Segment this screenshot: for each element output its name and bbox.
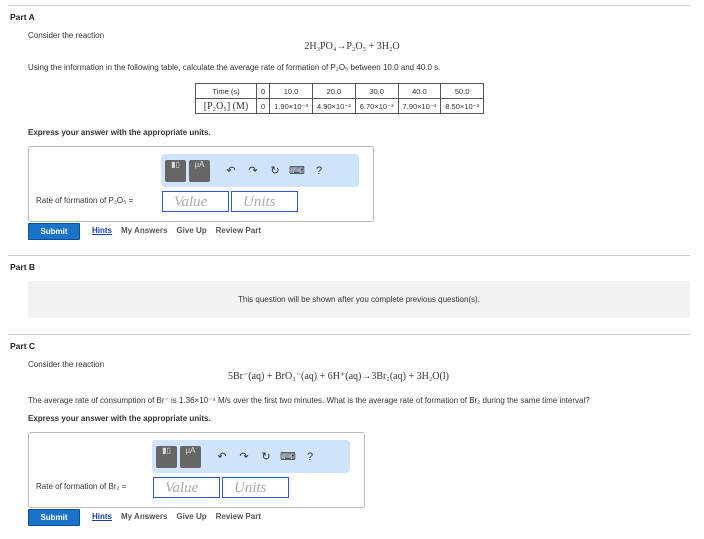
my-answers-link[interactable]: My Answers xyxy=(121,226,167,235)
table-cell: 1.90×10⁻³ xyxy=(269,98,313,114)
answer-box: ▮▯ μA ↶ ↷ ↻ ⌨ ? Rate of formation of Br₂… xyxy=(28,432,365,508)
help-icon[interactable]: ? xyxy=(308,165,330,177)
math-toolbar: ▮▯ μA ↶ ↷ ↻ ⌨ ? xyxy=(152,440,350,473)
data-table: Time (s) 0 10.0 20.0 30.0 40.0 50.0 [P₂O₅] (M)… xyxy=(195,83,485,114)
divider xyxy=(8,334,690,335)
keyboard-icon[interactable]: ⌨ xyxy=(286,164,308,177)
template-button[interactable]: ▮▯ xyxy=(165,159,186,182)
table-cell: Time (s) xyxy=(195,83,257,99)
table-cell: 0 xyxy=(255,83,271,99)
submit-button[interactable]: Submit xyxy=(28,223,80,240)
intro-text: Consider the reaction xyxy=(28,31,105,40)
reaction-equation: 2H₃PO₄→P₂O₅ + 3H₂O xyxy=(304,41,400,52)
table-cell: 0 xyxy=(255,98,271,114)
help-icon[interactable]: ? xyxy=(299,451,321,463)
reset-icon[interactable]: ↻ xyxy=(255,450,277,463)
table-cell: [P₂O₅] (M) xyxy=(195,98,257,114)
table-cell: 6.70×10⁻³ xyxy=(354,98,399,114)
hints-link[interactable]: Hints xyxy=(92,512,112,521)
units-button[interactable]: μA xyxy=(180,445,201,468)
submit-button[interactable]: Submit xyxy=(28,509,80,526)
table-cell: 40.0 xyxy=(397,83,442,99)
units-button[interactable]: μA xyxy=(189,159,210,182)
my-answers-link[interactable]: My Answers xyxy=(121,512,167,521)
undo-icon[interactable]: ↶ xyxy=(211,450,233,463)
express-instruction: Express your answer with the appropriate… xyxy=(28,414,211,423)
math-toolbar: ▮▯ μA ↶ ↷ ↻ ⌨ ? xyxy=(161,154,359,187)
answer-label: Rate of formation of P₂O₅ = xyxy=(36,196,134,205)
undo-icon[interactable]: ↶ xyxy=(220,164,242,177)
value-input[interactable]: Value xyxy=(153,477,220,498)
units-input[interactable]: Units xyxy=(231,191,298,212)
instruction-text: Using the information in the following t… xyxy=(28,63,441,72)
table-cell: 7.90×10⁻³ xyxy=(397,98,442,114)
redo-icon[interactable]: ↷ xyxy=(233,450,255,463)
template-button[interactable]: ▮▯ xyxy=(156,445,177,468)
review-part-link[interactable]: Review Part xyxy=(216,226,261,235)
divider xyxy=(8,255,690,256)
intro-text: Consider the reaction xyxy=(28,360,105,369)
value-input[interactable]: Value xyxy=(162,191,229,212)
express-instruction: Express your answer with the appropriate… xyxy=(28,128,211,137)
instruction-text: The average rate of consumption of Br⁻ i… xyxy=(28,396,590,405)
reaction-equation: 5Br⁻(aq) + BrO₃⁻(aq) + 6H⁺(aq)→3Br₂(aq) … xyxy=(228,371,449,382)
table-cell: 30.0 xyxy=(354,83,399,99)
divider xyxy=(8,5,690,6)
give-up-link[interactable]: Give Up xyxy=(176,226,206,235)
hints-link[interactable]: Hints xyxy=(92,226,112,235)
locked-message: This question will be shown after you co… xyxy=(28,281,690,318)
answer-label: Rate of formation of Br₂ = xyxy=(36,482,127,491)
give-up-link[interactable]: Give Up xyxy=(176,512,206,521)
part-b-label: Part B xyxy=(10,262,36,272)
part-c-label: Part C xyxy=(10,341,36,351)
table-cell: 10.0 xyxy=(269,83,313,99)
keyboard-icon[interactable]: ⌨ xyxy=(277,450,299,463)
part-a-label: Part A xyxy=(10,12,35,22)
redo-icon[interactable]: ↷ xyxy=(242,164,264,177)
review-part-link[interactable]: Review Part xyxy=(216,512,261,521)
table-cell: 20.0 xyxy=(311,83,356,99)
table-cell: 8.50×10⁻³ xyxy=(440,98,485,114)
reset-icon[interactable]: ↻ xyxy=(264,164,286,177)
table-row: [P₂O₅] (M) 0 1.90×10⁻³ 4.90×10⁻³ 6.70×10⁻³ 7.… xyxy=(195,98,485,114)
units-input[interactable]: Units xyxy=(222,477,289,498)
table-header-row: Time (s) 0 10.0 20.0 30.0 40.0 50.0 xyxy=(195,83,485,99)
answer-box: ▮▯ μA ↶ ↷ ↻ ⌨ ? Rate of formation of P₂O… xyxy=(28,146,374,222)
table-cell: 50.0 xyxy=(440,83,485,99)
table-cell: 4.90×10⁻³ xyxy=(311,98,356,114)
